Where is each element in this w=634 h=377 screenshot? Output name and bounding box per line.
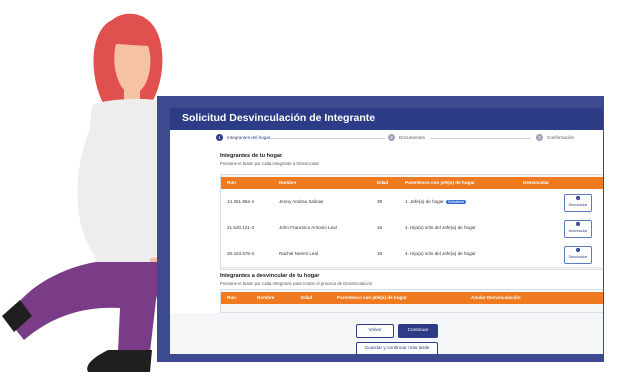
save-later-button[interactable]: Guardar y continuar más tarde	[356, 342, 438, 354]
table-header: Run Nombre Edad Parentesco con jefe(a) d…	[221, 177, 603, 189]
step-label: Documentos	[399, 135, 425, 140]
title-bar: Solicitud Desvinculación de Integrante	[170, 108, 603, 130]
unlink-table: Run Nombre Edad Parentesco con jefe(a) d…	[220, 289, 603, 313]
desvincular-button[interactable]: ☻ Desvincular	[564, 194, 592, 212]
section-subtitle: Presione el botón por cada Integrante pa…	[220, 281, 373, 286]
section-title: Integrantes de tu hogar	[220, 153, 283, 159]
col-parentesco: Parentesco con jefe(a) de hogar	[337, 295, 407, 300]
desvincular-button[interactable]: ☻ Desvincular	[564, 246, 592, 264]
section-subtitle: Presione el botón por cada integrante a …	[220, 161, 319, 166]
col-edad: Edad	[301, 295, 313, 300]
col-run: Run	[227, 180, 236, 185]
col-nombre: Nombre	[257, 295, 275, 300]
step-1[interactable]: 1 Integrantes del hogar	[216, 134, 270, 141]
step-label: Integrantes del hogar	[227, 135, 271, 140]
step-2[interactable]: 2 Documentos	[388, 134, 425, 141]
col-desvincular: Desvincular	[523, 180, 550, 185]
members-table: Run Nombre Edad Parentesco con jefe(a) d…	[220, 174, 603, 270]
stepper-line	[430, 138, 530, 139]
col-nombre: Nombre	[279, 180, 297, 185]
page-title: Solicitud Desvinculación de Integrante	[182, 112, 376, 124]
table-row: 21.520.121-3 John Francisco Antonio Leal…	[221, 215, 603, 242]
desvincular-button[interactable]: ☻ Desvincular	[564, 220, 592, 238]
col-parentesco: Parentesco con jefe(a) de hogar	[405, 180, 475, 185]
stepper-line	[270, 138, 385, 139]
section-title: Integrantes a desvincular de tu hogar	[220, 273, 320, 279]
step-label: Confirmación	[547, 135, 575, 140]
shoe-icon	[87, 350, 152, 372]
back-button[interactable]: Volver	[356, 324, 394, 338]
continue-button[interactable]: Continuar	[398, 324, 438, 338]
table-row: 20.423.576-4 Rachel Noemí Leal 19 4. Hij…	[221, 241, 603, 268]
step-3[interactable]: 3 Confirmación	[536, 134, 574, 141]
user-icon: ☻	[574, 195, 582, 202]
pants-icon	[8, 262, 164, 352]
user-icon: ☻	[574, 221, 582, 228]
col-edad: Edad	[377, 180, 389, 185]
table-row: 14.361.962-4 Jenny Andrea Salinas 39 1. …	[221, 189, 603, 216]
app-screen: Solicitud Desvinculación de Integrante 1…	[170, 108, 603, 354]
status-badge: Solicitante	[445, 200, 467, 204]
table-header: Run Nombre Edad Parentesco con jefe(a) d…	[221, 292, 603, 304]
col-anular: Anular Desvinculación	[471, 295, 521, 300]
user-icon: ☻	[574, 247, 582, 254]
col-run: Run	[227, 295, 236, 300]
